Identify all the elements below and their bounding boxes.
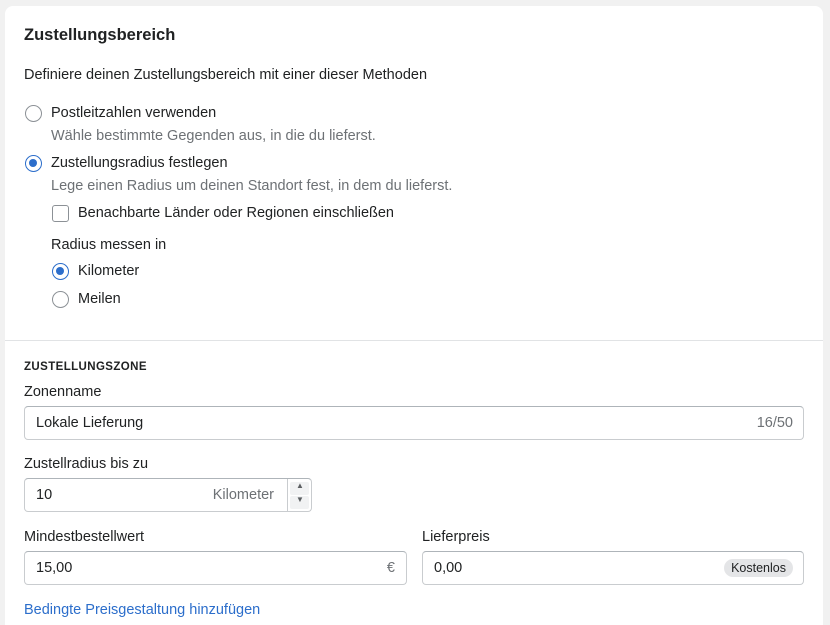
zone-heading: ZUSTELLUNGSZONE — [24, 361, 147, 373]
radio-kilometer[interactable] — [52, 263, 69, 280]
zone-name-label: Zonenname — [24, 384, 102, 400]
radio-postcodes-help: Wähle bestimmte Gegenden aus, in die du … — [51, 128, 376, 144]
delivery-area-section: Zustellungsbereich Definiere deinen Zust… — [5, 6, 823, 341]
delivery-price-input[interactable]: 0,00 Kostenlos — [422, 551, 804, 585]
min-order-input[interactable]: 15,00 € — [24, 551, 407, 585]
radius-label: Zustellradius bis zu — [24, 456, 149, 472]
zone-name-char-count: 16/50 — [756, 415, 793, 431]
section-divider — [5, 340, 823, 341]
radio-postcodes-label[interactable]: Postleitzahlen verwenden — [51, 105, 216, 121]
radio-kilometer-label[interactable]: Kilometer — [78, 263, 139, 279]
radio-delivery-radius[interactable] — [25, 155, 42, 172]
include-neighbors-checkbox[interactable] — [52, 205, 69, 222]
radius-input[interactable]: 10 Kilometer ▲ ▼ — [24, 478, 312, 512]
radio-delivery-radius-label[interactable]: Zustellungsradius festlegen — [51, 155, 228, 171]
radio-miles-label[interactable]: Meilen — [78, 291, 121, 307]
currency-suffix: € — [386, 560, 395, 576]
radius-unit-label: Radius messen in — [51, 237, 167, 253]
caret-down-icon: ▼ — [296, 495, 304, 504]
radio-miles[interactable] — [52, 291, 69, 308]
include-neighbors-label[interactable]: Benachbarte Länder oder Regionen einschl… — [78, 205, 394, 221]
decrement-button[interactable]: ▼ — [290, 495, 309, 509]
increment-button[interactable]: ▲ — [290, 481, 309, 495]
free-badge: Kostenlos — [724, 559, 793, 577]
section-intro: Definiere deinen Zustellungsbereich mit … — [24, 67, 428, 83]
zone-name-value: Lokale Lieferung — [36, 415, 144, 431]
radius-unit-suffix: Kilometer — [212, 487, 274, 503]
radio-postcodes[interactable] — [25, 105, 42, 122]
min-order-label: Mindestbestellwert — [24, 529, 145, 545]
add-conditional-pricing-link[interactable]: Bedingte Preisgestaltung hinzufügen — [24, 602, 260, 618]
delivery-price-label: Lieferpreis — [422, 529, 490, 545]
delivery-area-card: Zustellungsbereich Definiere deinen Zust… — [5, 6, 823, 625]
delivery-price-value: 0,00 — [434, 560, 463, 576]
radio-delivery-radius-help: Lege einen Radius um deinen Standort fes… — [51, 178, 453, 194]
zone-name-input[interactable]: Lokale Lieferung 16/50 — [24, 406, 804, 440]
min-order-value: 15,00 — [36, 560, 73, 576]
section-title: Zustellungsbereich — [24, 26, 176, 44]
radius-value: 10 — [36, 487, 53, 503]
caret-up-icon: ▲ — [296, 481, 304, 490]
radius-stepper: ▲ ▼ — [287, 479, 311, 511]
